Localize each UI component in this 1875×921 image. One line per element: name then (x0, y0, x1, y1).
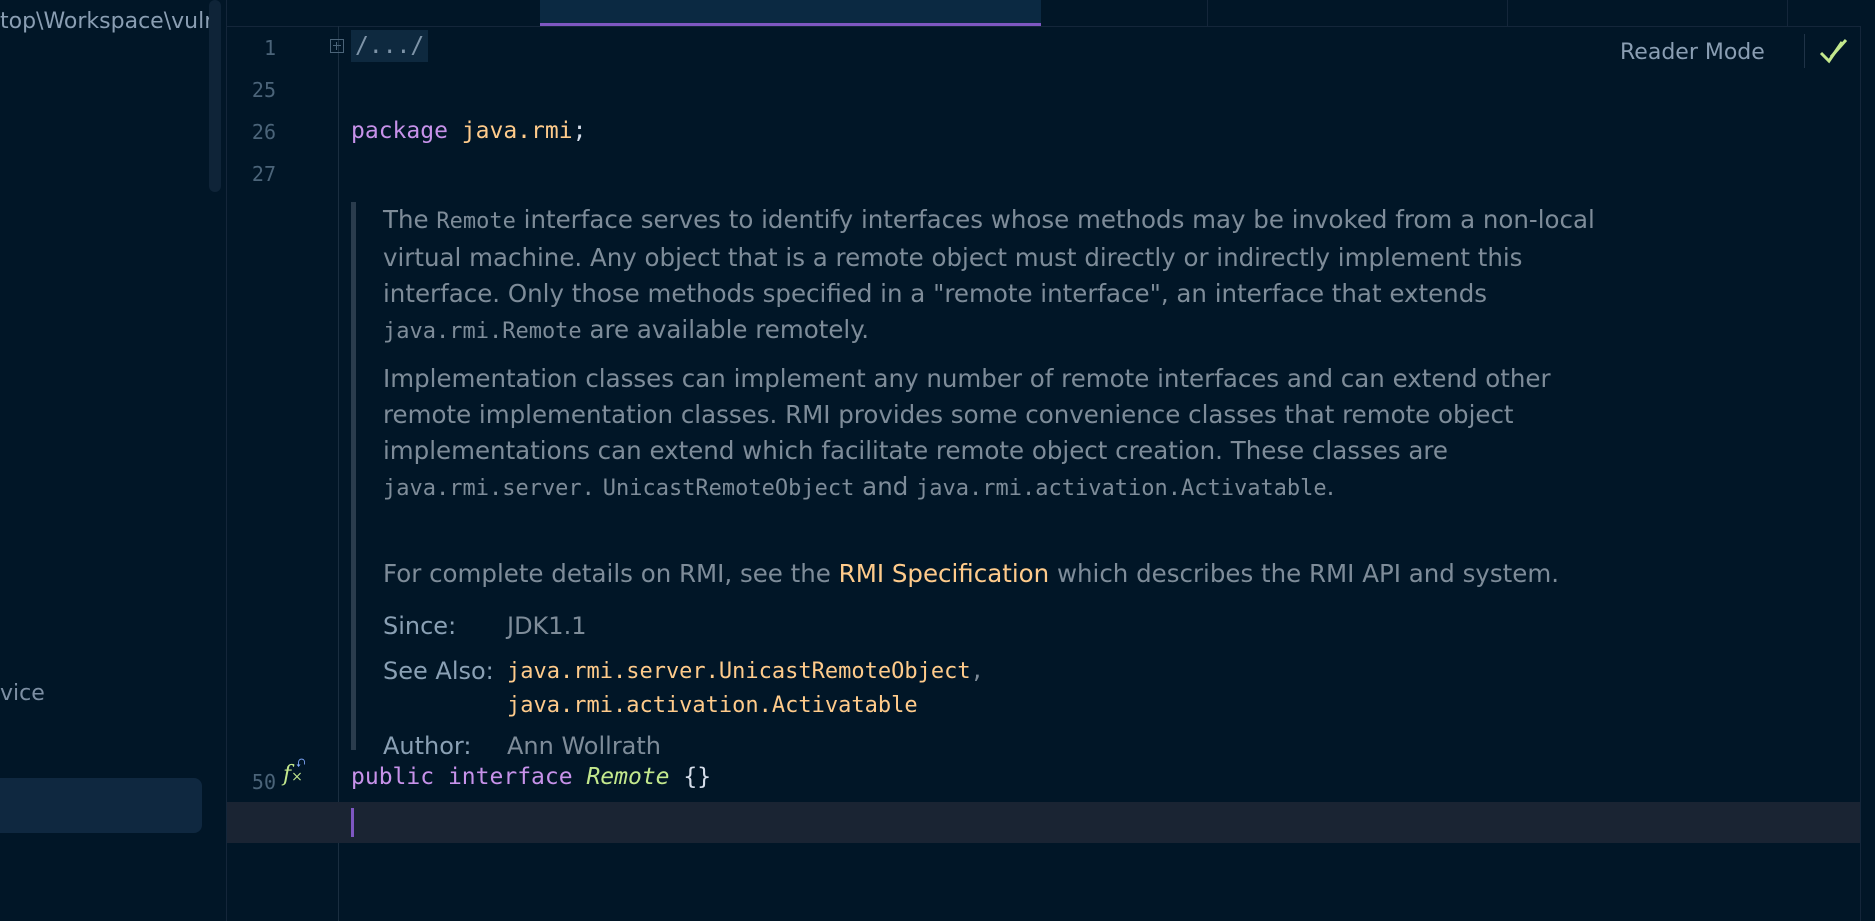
doc-tag-key: Since: (383, 612, 457, 640)
project-sidebar: top\Workspace\vuln vice (0, 0, 227, 921)
line-number: 25 (251, 78, 276, 102)
doc-text: For complete details on RMI, see the (383, 559, 839, 588)
text-cursor (351, 808, 354, 837)
code-editor[interactable]: /.../ Reader Mode package java.rmi; The … (227, 26, 1875, 921)
doc-text: and (854, 472, 917, 501)
doc-text: interface serves to identify interfaces … (383, 205, 1595, 308)
line-number: 1 (263, 36, 276, 60)
editor-tab-bar (227, 0, 1875, 27)
braces: {} (683, 764, 712, 790)
check-icon[interactable] (1819, 36, 1851, 66)
line-number: 26 (251, 120, 276, 144)
doc-code: java.rmi.server. (383, 476, 595, 501)
doc-code: UnicastRemoteObject (602, 476, 855, 501)
doc-text: are available remotely. (581, 315, 870, 344)
doc-tag-value: Ann Wollrath (507, 732, 662, 760)
rendered-javadoc: The Remote interface serves to identify … (351, 202, 1643, 760)
interface-name: Remote (586, 764, 670, 790)
see-also-link-text[interactable]: java.rmi.server.UnicastRemoteObject (507, 659, 971, 684)
line-number: 50 (251, 770, 276, 794)
doc-text: The (383, 205, 437, 234)
editor-right-strip (1860, 26, 1875, 921)
doc-code: java.rmi.Remote (383, 319, 582, 344)
tab-separator (1507, 0, 1508, 26)
see-also-link[interactable]: java.rmi.server.UnicastRemoteObject, (507, 659, 984, 684)
tab-separator (1787, 0, 1788, 26)
keyword-package: package (351, 118, 448, 144)
line-number: 27 (251, 162, 276, 186)
folded-region[interactable]: /.../ (351, 30, 429, 62)
semicolon: ; (572, 118, 587, 144)
doc-text: which describes the RMI API and system. (1049, 559, 1559, 588)
doc-tag-key: Author: (383, 732, 472, 760)
doc-code: java.rmi.activation.Activatable (916, 476, 1327, 501)
doc-code: Remote (436, 209, 516, 234)
sidebar-item[interactable]: vice (0, 681, 45, 706)
doc-paragraph-1: The Remote interface serves to identify … (383, 202, 1643, 350)
rmi-specification-link[interactable]: RMI Specification (839, 559, 1049, 588)
active-editor-tab[interactable] (540, 0, 1041, 26)
doc-tag-key: See Also: (383, 657, 494, 685)
interface-declaration: public interface Remote {} (351, 764, 711, 790)
tab-separator (1207, 0, 1208, 26)
sidebar-path-text[interactable]: top\Workspace\vuln (0, 9, 218, 34)
comma: , (970, 659, 984, 684)
keyword-interface: interface (447, 764, 573, 790)
line-number-gutter: 1 25 26 27 50 f×⮏ 51 (227, 26, 344, 921)
reader-mode-divider (1804, 34, 1805, 68)
sidebar-selected-item[interactable] (0, 778, 202, 833)
see-also-link[interactable]: java.rmi.activation.Activatable (507, 693, 918, 718)
doc-text: . (1326, 472, 1335, 501)
doc-paragraph-3: For complete details on RMI, see the RMI… (383, 556, 1643, 592)
doc-tag-value: JDK1.1 (507, 612, 587, 640)
keyword-public: public (351, 764, 435, 790)
package-declaration: package java.rmi; (351, 118, 586, 144)
doc-text: Implementation classes can implement any… (383, 364, 1551, 465)
function-icon[interactable]: f× ⮏ (283, 756, 306, 787)
current-line-highlight (227, 802, 1861, 843)
reader-mode-label[interactable]: Reader Mode (1620, 40, 1765, 65)
doc-paragraph-2: Implementation classes can implement any… (383, 361, 1643, 507)
sidebar-scrollbar[interactable] (209, 0, 221, 192)
package-name: java.rmi (461, 118, 573, 144)
